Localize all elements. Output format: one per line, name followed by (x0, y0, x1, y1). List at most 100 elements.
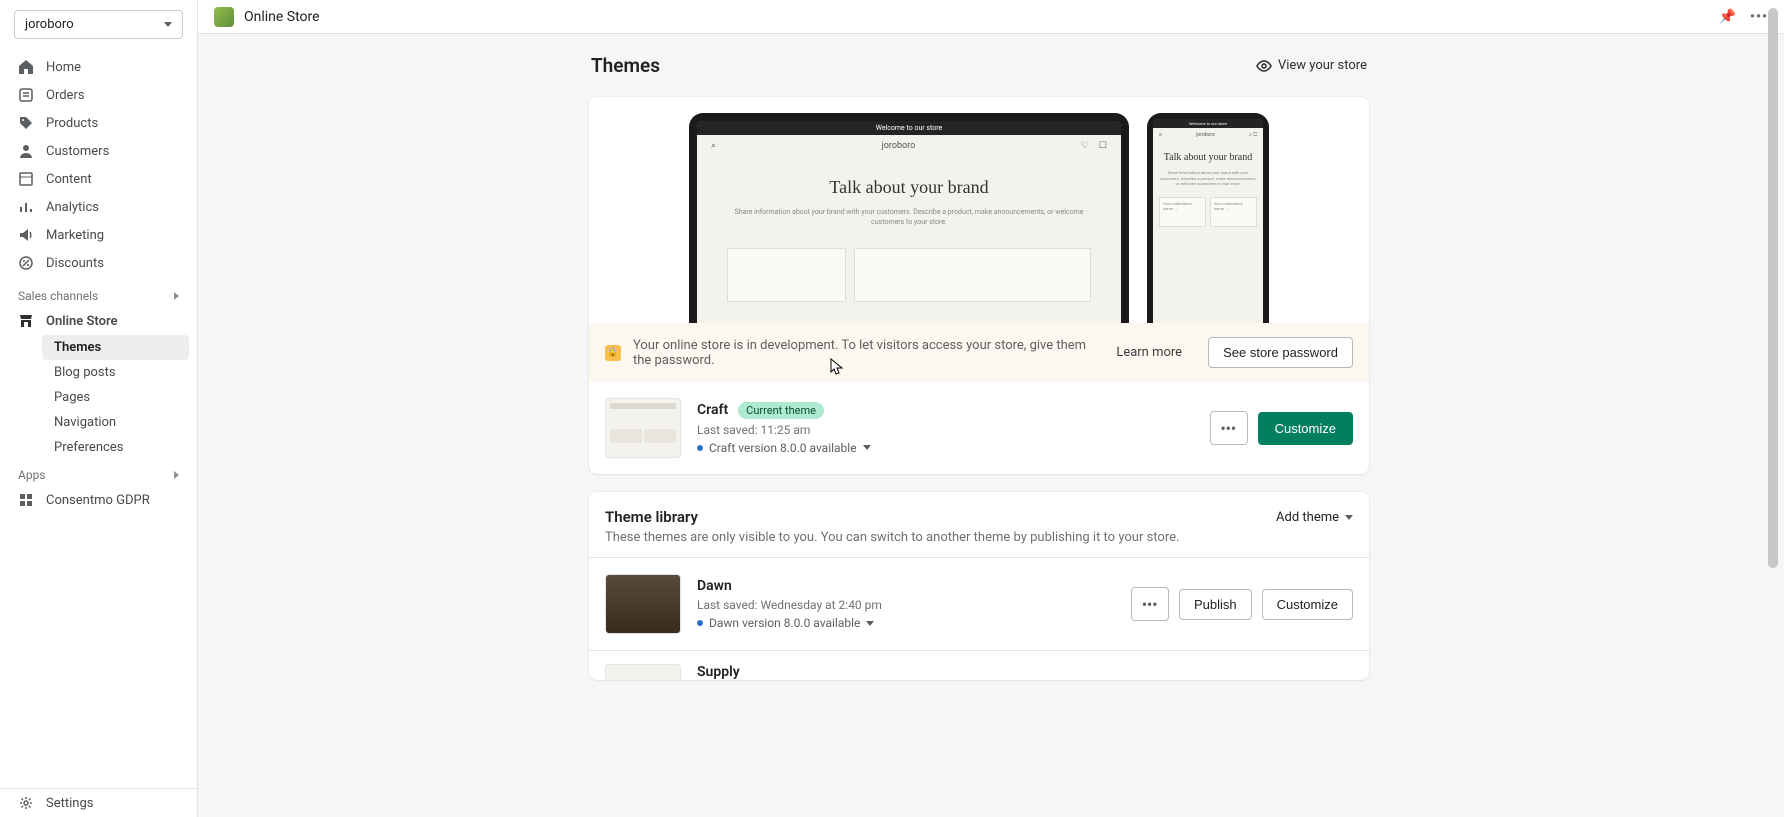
theme-thumbnail (605, 664, 681, 681)
theme-library-card: Theme library These themes are only visi… (589, 492, 1369, 680)
eye-icon (1256, 58, 1272, 74)
store-name: joroboro (25, 17, 74, 32)
sales-channels-header[interactable]: Sales channels (0, 281, 197, 307)
shopify-logo-icon (214, 7, 234, 27)
publish-button[interactable]: Publish (1179, 589, 1252, 620)
theme-name: Craft (697, 402, 728, 418)
preview-tile (727, 248, 846, 302)
nav-label: Marketing (46, 228, 104, 243)
subnav-pages[interactable]: Pages (42, 385, 189, 410)
preview-tile (854, 248, 1091, 302)
mobile-preview-frame: Welcome to our store ≡ joroboro ⌕ ☐ Talk… (1147, 113, 1269, 323)
search-icon: ⌕ (711, 141, 716, 151)
library-theme-row: Dawn Last saved: Wednesday at 2:40 pm Da… (589, 557, 1369, 650)
chevron-right-icon (174, 292, 179, 300)
section-label: Apps (18, 468, 46, 482)
pin-icon[interactable]: 📌 (1718, 9, 1735, 25)
menu-icon: ≡ (1159, 132, 1162, 138)
customers-icon (18, 143, 34, 159)
nav-discounts[interactable]: Discounts (0, 249, 197, 277)
nav-customers[interactable]: Customers (0, 137, 197, 165)
dev-banner-text: Your online store is in development. To … (633, 338, 1104, 368)
app-icon (18, 492, 34, 508)
status-dot-icon (697, 445, 703, 451)
library-title: Theme library (605, 508, 1179, 526)
customize-button[interactable]: Customize (1258, 412, 1353, 445)
version-text: Craft version 8.0.0 available (709, 441, 857, 455)
development-banner: 🔒 Your online store is in development. T… (589, 323, 1369, 382)
nav-label: Products (46, 116, 98, 131)
preview-store-name: joroboro (882, 141, 916, 151)
preview-banner: Welcome to our store (1153, 119, 1263, 128)
preview-banner: Welcome to our store (697, 121, 1121, 135)
preview-store-name: joroboro (1196, 132, 1215, 138)
preview-subtext: Share information about your brand with … (727, 208, 1091, 228)
nav-label: Content (46, 172, 92, 187)
nav-orders[interactable]: Orders (0, 81, 197, 109)
more-icon[interactable]: ••• (1750, 9, 1768, 25)
add-theme-button[interactable]: Add theme (1276, 508, 1353, 525)
section-label: Sales channels (18, 289, 98, 303)
top-bar: Online Store 📌 ••• (198, 0, 1784, 34)
nav-online-store[interactable]: Online Store (0, 307, 197, 335)
theme-version-link[interactable]: Craft version 8.0.0 available (697, 441, 1194, 455)
theme-more-actions-button[interactable]: ••• (1210, 411, 1248, 445)
nav-label: Online Store (46, 314, 118, 329)
bag-icon: ☐ (1099, 141, 1107, 151)
gear-icon (18, 795, 34, 811)
nav-analytics[interactable]: Analytics (0, 193, 197, 221)
library-theme-row: Supply (589, 650, 1369, 680)
content-icon (18, 171, 34, 187)
theme-version-link[interactable]: Dawn version 8.0.0 available (697, 616, 1115, 630)
status-dot-icon (697, 620, 703, 626)
main-content: Themes View your store Welcome to our st… (198, 34, 1760, 817)
theme-name: Supply (697, 664, 740, 680)
nav-label: Orders (46, 88, 85, 103)
sidebar: joroboro Home Orders Products Customers … (0, 0, 198, 817)
nav-content[interactable]: Content (0, 165, 197, 193)
preview-tile: Your collection's name → (1159, 197, 1206, 227)
chevron-right-icon (174, 471, 179, 479)
home-icon (18, 59, 34, 75)
theme-last-saved: Last saved: 11:25 am (697, 423, 1194, 437)
top-bar-title: Online Store (244, 9, 320, 25)
preview-headline: Talk about your brand (727, 177, 1091, 198)
nav-label: Consentmo GDPR (46, 493, 150, 508)
theme-last-saved: Last saved: Wednesday at 2:40 pm (697, 598, 1115, 612)
learn-more-link[interactable]: Learn more (1116, 345, 1182, 360)
preview-tile: Your collection's name → (1210, 197, 1257, 227)
theme-more-actions-button[interactable]: ••• (1131, 587, 1169, 621)
subnav-preferences[interactable]: Preferences (42, 435, 189, 460)
user-icon: ♡ (1081, 141, 1089, 151)
chevron-down-icon (866, 621, 874, 626)
subnav-navigation[interactable]: Navigation (42, 410, 189, 435)
subnav-blog-posts[interactable]: Blog posts (42, 360, 189, 385)
add-theme-label: Add theme (1276, 510, 1339, 525)
see-store-password-button[interactable]: See store password (1208, 337, 1353, 368)
nav-label: Discounts (46, 256, 104, 271)
products-icon (18, 115, 34, 131)
nav-settings[interactable]: Settings (0, 789, 197, 817)
page-title: Themes (591, 54, 660, 77)
customize-button[interactable]: Customize (1262, 589, 1353, 620)
nav-label: Analytics (46, 200, 99, 215)
chevron-down-icon (863, 445, 871, 450)
nav-marketing[interactable]: Marketing (0, 221, 197, 249)
library-subtitle: These themes are only visible to you. Yo… (605, 530, 1179, 545)
scrollbar[interactable] (1768, 8, 1778, 568)
preview-headline: Talk about your brand (1159, 152, 1257, 164)
store-selector[interactable]: joroboro (14, 10, 183, 39)
nav-products[interactable]: Products (0, 109, 197, 137)
nav-home[interactable]: Home (0, 53, 197, 81)
apps-header[interactable]: Apps (0, 460, 197, 486)
subnav-themes[interactable]: Themes (42, 335, 189, 360)
view-your-store-link[interactable]: View your store (1256, 58, 1367, 74)
nav-label: Settings (46, 796, 93, 811)
nav-consentmo[interactable]: Consentmo GDPR (0, 486, 197, 514)
lock-icon: 🔒 (605, 345, 621, 361)
marketing-icon (18, 227, 34, 243)
view-store-label: View your store (1278, 58, 1367, 73)
current-theme-card: Welcome to our store ⌕ joroboro ♡ ☐ Talk… (589, 97, 1369, 474)
nav-label: Home (46, 60, 81, 75)
discounts-icon (18, 255, 34, 271)
